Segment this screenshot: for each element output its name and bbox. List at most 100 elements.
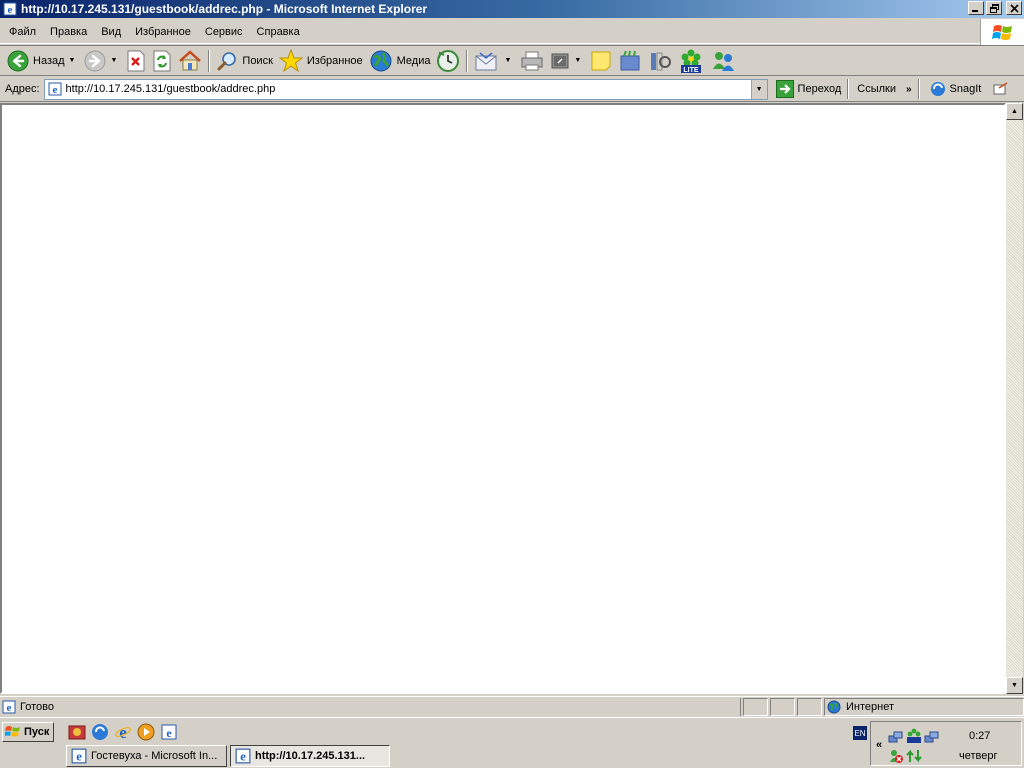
svg-text:e: e (76, 750, 82, 764)
toolbar-separator (208, 49, 211, 72)
icq-lite-button[interactable]: LITE (675, 48, 707, 74)
notes-button[interactable] (587, 48, 615, 74)
forward-dropdown-icon[interactable]: ▼ (110, 57, 117, 64)
taskbar-item-1[interactable]: e Гостевуха - Microsoft In... (66, 745, 227, 767)
print-button[interactable] (517, 48, 547, 74)
printer-icon (521, 51, 543, 70)
quicklaunch-app-5[interactable]: e (160, 723, 178, 741)
chevron-down-icon: ▼ (1011, 682, 1018, 689)
menu-favorites[interactable]: Избранное (128, 24, 198, 40)
chevron-down-icon: ▼ (755, 85, 763, 93)
tray-expand-button[interactable]: « (876, 739, 882, 751)
media-button[interactable]: Медиа (366, 48, 434, 74)
vertical-scrollbar[interactable]: ▲ ▼ (1006, 103, 1023, 694)
standard-toolbar: Назад ▼ ▼ Поиск Избранное Медиа ▼ ▼ LITE (0, 45, 1024, 76)
quicklaunch-app-1[interactable] (68, 723, 86, 741)
history-button[interactable] (433, 48, 463, 74)
snagit-button[interactable]: SnagIt (926, 81, 986, 97)
back-dropdown-icon[interactable]: ▼ (69, 57, 76, 64)
links-chevron-icon[interactable]: » (906, 84, 912, 95)
restore-button[interactable] (986, 1, 1002, 15)
svg-text:e: e (8, 4, 13, 16)
svg-text:e: e (240, 750, 246, 764)
books-icon (651, 52, 672, 70)
mail-button[interactable]: ▼ (471, 48, 517, 74)
close-button[interactable] (1006, 1, 1022, 15)
snagit-label: SnagIt (949, 83, 982, 95)
tray-transfer-icon[interactable] (906, 748, 922, 764)
menu-edit[interactable]: Правка (43, 24, 94, 40)
back-label: Назад (33, 54, 65, 67)
tray-network-icon[interactable] (924, 730, 940, 746)
internet-globe-icon (827, 700, 841, 713)
go-arrow-icon (775, 80, 794, 98)
menu-help[interactable]: Справка (250, 24, 307, 40)
back-button[interactable]: Назад ▼ (4, 48, 81, 74)
status-pane (770, 697, 795, 716)
edit-dropdown-icon[interactable]: ▼ (574, 57, 581, 64)
address-input[interactable]: e http://10.17.245.131/guestbook/addrec.… (43, 78, 768, 100)
title-bar[interactable]: e http://10.17.245.131/guestbook/addrec.… (0, 0, 1024, 18)
quicklaunch-media-player[interactable] (137, 723, 155, 741)
stop-button[interactable] (123, 48, 149, 74)
clock-day: четверг (959, 750, 998, 762)
snagit-options-button[interactable] (989, 82, 1013, 96)
minimize-button[interactable] (968, 1, 984, 15)
tray-messenger-icon[interactable] (888, 748, 904, 764)
address-label: Адрес: (5, 83, 40, 95)
menu-tools[interactable]: Сервис (198, 24, 250, 40)
forward-button[interactable]: ▼ (81, 48, 123, 74)
menu-file[interactable]: Файл (2, 24, 43, 40)
search-button[interactable]: Поиск (213, 48, 275, 74)
start-button[interactable]: Пуск (2, 722, 54, 742)
sticky-note-icon (591, 51, 611, 70)
snagit-options-icon (993, 82, 1008, 95)
ie-page-icon: e (235, 748, 251, 764)
tool-button-2[interactable] (645, 48, 675, 74)
ie-page-icon: e (71, 748, 87, 764)
address-url: http://10.17.245.131/guestbook/addrec.ph… (65, 83, 276, 95)
taskbar: Пуск e e e Гостевуха - Microsoft In... e… (0, 717, 1024, 768)
forward-arrow-icon (84, 50, 106, 71)
internet-explorer-icon: e (115, 723, 131, 741)
mail-dropdown-icon[interactable]: ▼ (504, 57, 511, 64)
address-dropdown-button[interactable]: ▼ (750, 79, 767, 99)
refresh-icon (153, 50, 171, 71)
links-separator (847, 79, 850, 99)
taskbar-item-2[interactable]: e http://10.17.245.131... (230, 745, 390, 767)
messenger-button[interactable] (707, 48, 739, 74)
home-icon (179, 49, 202, 70)
research-tool-icon (620, 50, 640, 70)
go-button[interactable]: Переход (772, 80, 846, 98)
home-button[interactable] (175, 48, 205, 74)
back-arrow-icon (7, 50, 29, 71)
mail-envelope-icon (475, 51, 497, 70)
quicklaunch-app-2[interactable] (91, 723, 109, 741)
menu-bar: Файл Правка Вид Избранное Сервис Справка (0, 20, 1024, 44)
scroll-down-button[interactable]: ▼ (1006, 677, 1023, 694)
stop-icon (127, 50, 145, 71)
status-pane (743, 697, 768, 716)
address-bar: Адрес: e http://10.17.245.131/guestbook/… (0, 77, 1024, 102)
favorites-button[interactable]: Избранное (276, 48, 366, 74)
tool-button-1[interactable] (615, 48, 645, 74)
ie-page-icon: e (3, 2, 17, 16)
tray-network-icon[interactable] (888, 730, 904, 746)
links-button[interactable]: Ссылки (851, 83, 902, 95)
tray-icq-icon[interactable] (906, 728, 922, 744)
taskbar-item-label: Гостевуха - Microsoft In... (91, 750, 218, 762)
edit-button[interactable]: ▼ (547, 48, 587, 74)
quicklaunch-ie[interactable]: e (114, 723, 132, 741)
svg-text:e: e (166, 726, 172, 740)
messenger-buddies-icon (713, 51, 735, 71)
search-label: Поиск (242, 54, 273, 67)
refresh-button[interactable] (149, 48, 175, 74)
page-content[interactable] (0, 103, 1006, 694)
toolbar-separator (466, 49, 469, 72)
menu-view[interactable]: Вид (94, 24, 128, 40)
chevron-up-icon: ▲ (1011, 108, 1018, 115)
scroll-up-button[interactable]: ▲ (1006, 103, 1023, 120)
language-indicator[interactable]: EN (853, 726, 867, 740)
clock-time[interactable]: 0:27 (969, 730, 990, 742)
snagit-separator (917, 79, 920, 99)
